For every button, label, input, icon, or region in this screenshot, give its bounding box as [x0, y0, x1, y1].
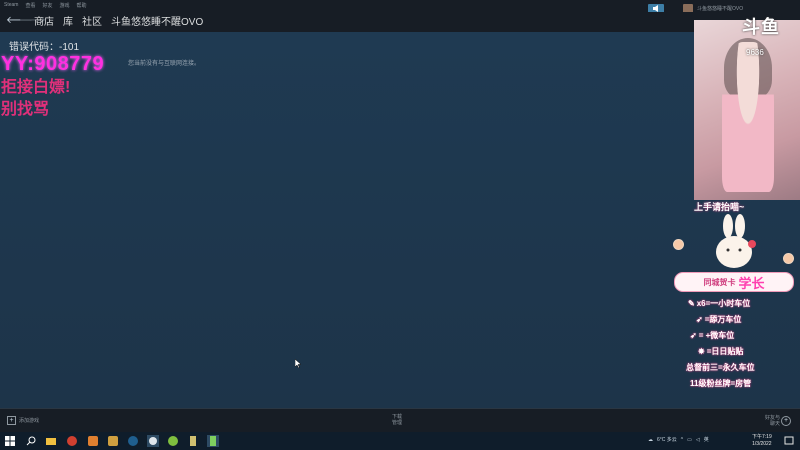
nav-bar: 🡐 🡒 商店 库 社区 斗鱼悠悠睡不醒OVO	[0, 12, 800, 33]
overlay-header: 上手请抬喵~	[694, 202, 745, 212]
overlay-row: ✸ =日日贴贴	[698, 346, 743, 357]
overlay-row-text: = +微车位	[698, 331, 735, 340]
overlay-row: 11级粉丝牌=房管	[690, 378, 751, 389]
steam-bottom-bar: + 添加游戏 下载 管理 好友与 聊天 +	[0, 408, 800, 433]
nav-library[interactable]: 库	[63, 17, 73, 28]
overlay-row: ✎ x6=一小时车位	[688, 298, 750, 309]
nav-community[interactable]: 社区	[82, 17, 102, 28]
app-icon[interactable]	[167, 435, 179, 447]
overlay-title-banner: 同城贺卡 学长	[674, 272, 794, 292]
error-code: 错误代码：-101	[9, 42, 80, 53]
webcam-overlay	[694, 20, 800, 200]
overlay-title-prefix: 同城贺卡	[703, 277, 736, 287]
douyu-logo: 斗鱼	[742, 17, 780, 37]
webcam-room-id: 9636	[746, 48, 764, 57]
overlay-yy-text: YY:908779	[1, 53, 105, 75]
add-friend-icon[interactable]: +	[781, 416, 791, 426]
friends-chat-button[interactable]: 好友与 聊天	[765, 415, 780, 427]
overlay-text-line2: 拒接白嫖!	[1, 79, 71, 96]
app-icon[interactable]	[127, 435, 139, 447]
nav-links: 商店 库 社区 斗鱼悠悠睡不醒OVO	[34, 17, 203, 28]
account-name[interactable]: 斗鱼悠悠睡不醒OVO	[697, 5, 743, 12]
steam-menu: Steam 查看 好友 游戏 帮助	[4, 2, 87, 9]
weather-text[interactable]: 6°C 多云	[657, 436, 677, 443]
flower-icon	[784, 254, 793, 263]
clock-time: 下午7:19	[752, 434, 772, 440]
weather-icon[interactable]: ☁	[648, 437, 653, 443]
overlay-row-text: =日日贴贴	[706, 347, 744, 356]
plus-icon: +	[7, 416, 16, 425]
overlay-row-text: =舔万车位	[704, 315, 742, 324]
webcam-person	[722, 42, 774, 192]
network-icon[interactable]: ▭	[687, 437, 692, 443]
overlay-title-main: 学长	[738, 275, 765, 291]
file-explorer-icon[interactable]	[45, 435, 57, 447]
overlay-row: ➶ = +微车位	[690, 330, 734, 341]
stream-overlay-panel: 上手请抬喵~ 同城贺卡 学长 ✎ x6=一小时车位 ➶ =舔万车位 ➶ = +微车位 …	[670, 196, 800, 396]
search-icon[interactable]	[25, 435, 37, 447]
overlay-row-text: 11级粉丝牌=房管	[690, 379, 752, 388]
menu-item-games[interactable]: 游戏	[59, 2, 69, 9]
steam-icon[interactable]	[147, 435, 159, 447]
overlay-row-text: 总督前三=永久车位	[686, 363, 755, 372]
input-language[interactable]: 英	[704, 436, 709, 443]
friends-subtitle: 聊天	[770, 421, 781, 427]
menu-item-steam[interactable]: Steam	[4, 2, 18, 9]
clock[interactable]: 下午7:19 1/3/2022	[752, 434, 772, 448]
menu-item-help[interactable]: 帮助	[77, 2, 87, 9]
clock-date: 1/3/2022	[752, 441, 772, 447]
overlay-row: 总督前三=永久车位	[686, 362, 755, 373]
nav-store[interactable]: 商店	[34, 17, 54, 28]
rocket-icon: ➶	[690, 331, 697, 340]
system-tray: ☁ 6°C 多云 ^ ▭ ◁ 英	[648, 436, 709, 444]
bunny-icon	[716, 214, 756, 268]
app-icon[interactable]	[207, 435, 219, 447]
notification-center-icon[interactable]	[784, 436, 794, 446]
downloads-status: 管理	[392, 420, 403, 426]
windows-taskbar: ☁ 6°C 多云 ^ ▭ ◁ 英 下午7:19 1/3/2022	[0, 432, 800, 450]
app-icon[interactable]	[107, 435, 119, 447]
overlay-row: ➶ =舔万车位	[696, 314, 741, 325]
add-game-label: 添加游戏	[19, 418, 40, 424]
menu-item-view[interactable]: 查看	[25, 2, 35, 9]
add-game-button[interactable]: + 添加游戏	[7, 416, 39, 425]
firework-icon: ✸	[698, 347, 705, 356]
volume-icon[interactable]: ◁	[696, 437, 700, 443]
steam-window: Steam 查看 好友 游戏 帮助 斗鱼悠悠睡不醒OVO 🡐 🡒 商店 库 社区…	[0, 0, 800, 450]
nav-profile[interactable]: 斗鱼悠悠睡不醒OVO	[111, 17, 203, 28]
announcement-icon	[652, 5, 658, 12]
overlay-row-text: x6=一小时车位	[696, 299, 751, 308]
app-icon[interactable]	[87, 435, 99, 447]
browser-icon[interactable]	[66, 435, 78, 447]
overlay-text-line3: 别找骂	[1, 101, 50, 118]
mouse-cursor-icon	[295, 359, 302, 369]
app-icon[interactable]	[187, 435, 199, 447]
chevron-up-icon[interactable]: ^	[681, 437, 683, 443]
flower-icon	[674, 240, 683, 249]
error-message: 您当前没有与互联网连接。	[128, 61, 201, 67]
steam-menu-strip: Steam 查看 好友 游戏 帮助 斗鱼悠悠睡不醒OVO	[0, 0, 800, 14]
rocket-icon: ➶	[696, 315, 703, 324]
menu-item-friends[interactable]: 好友	[42, 2, 52, 9]
windows-start-icon[interactable]	[4, 435, 16, 447]
pencil-icon: ✎	[688, 299, 695, 308]
downloads-button[interactable]: 下载 管理	[392, 414, 402, 426]
